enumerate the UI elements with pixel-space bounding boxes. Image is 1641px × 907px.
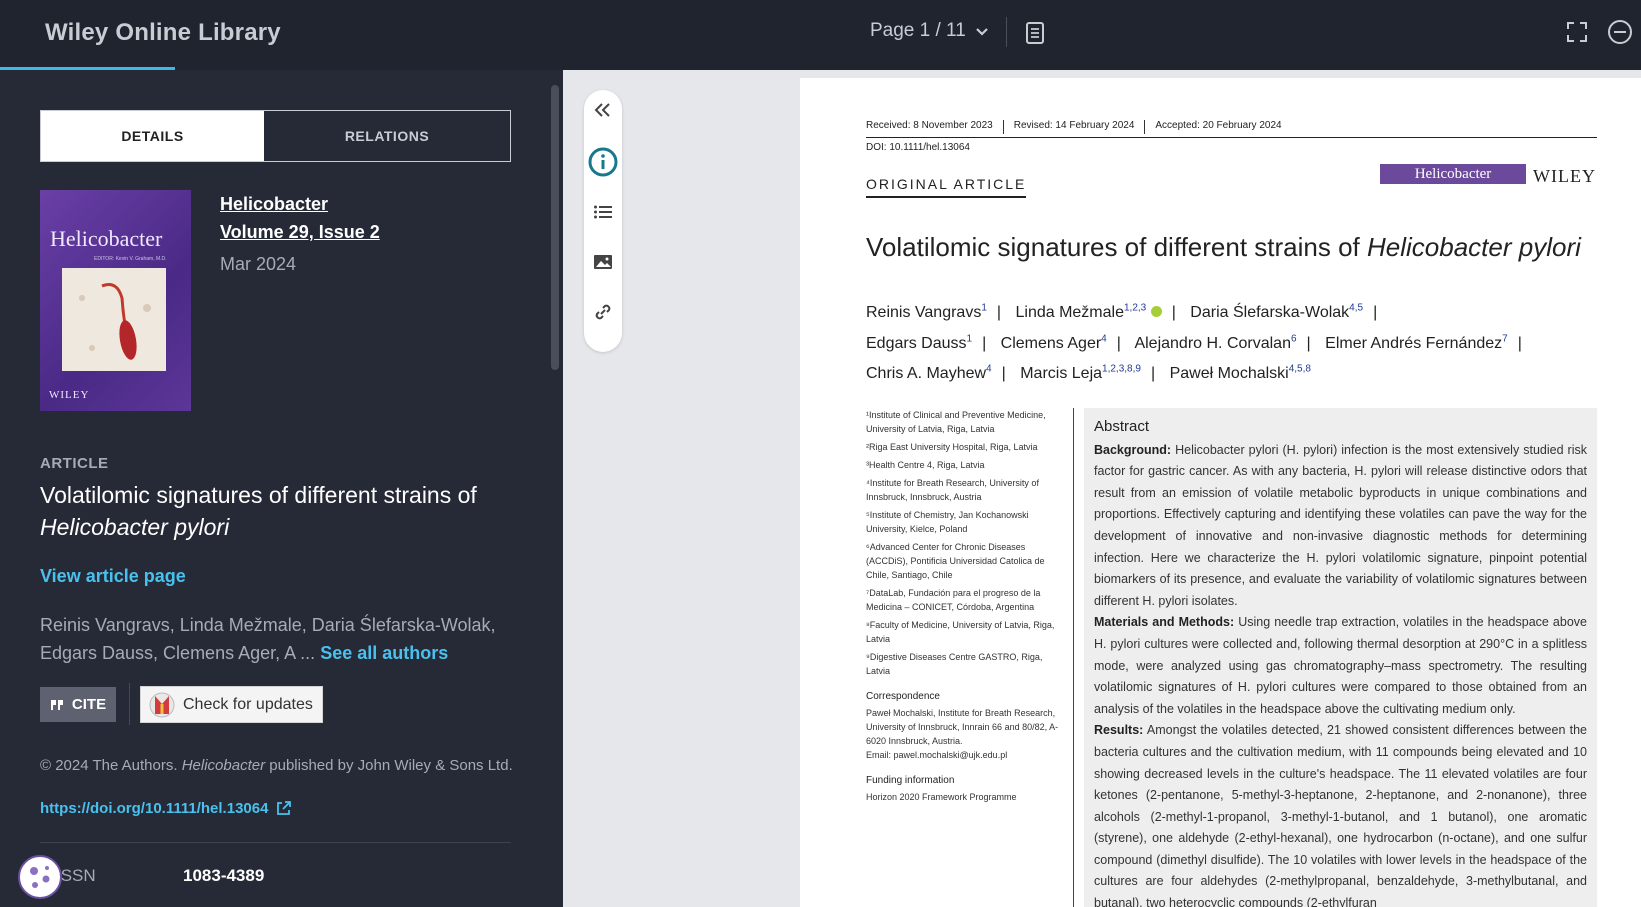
author[interactable]: Elmer Andrés Fernández7 (1325, 333, 1508, 351)
affiliation: ⁴Institute for Breath Research, Universi… (866, 478, 1039, 502)
affiliation: ⁸Faculty of Medicine, University of Latv… (866, 620, 1055, 644)
viewer-toolbar (584, 90, 622, 352)
cookie-settings-button[interactable] (18, 855, 62, 899)
affiliation: ⁵Institute of Chemistry, Jan Kochanowski… (866, 510, 1029, 534)
paper-title-text: Volatilomic signatures of different stra… (866, 232, 1360, 262)
see-all-authors-link[interactable]: See all authors (320, 643, 448, 663)
crossmark-icon (149, 692, 175, 717)
check-updates-label: Check for updates (183, 695, 313, 713)
cover-title: Helicobacter (50, 226, 163, 251)
check-for-updates-button[interactable]: Check for updates (140, 686, 323, 723)
article-title-line2: Helicobacter pylori (40, 514, 230, 540)
author[interactable]: Clemens Ager4 (1001, 333, 1107, 351)
link-icon[interactable] (593, 302, 613, 322)
author[interactable]: Linda Mežmale1,2,3 (1015, 303, 1162, 321)
document-icon[interactable] (1025, 22, 1045, 44)
abstract-methods: Materials and Methods: Using needle trap… (1094, 615, 1587, 716)
copyright-notice: © 2024 The Authors. Helicobacter publish… (40, 754, 520, 777)
author[interactable]: Edgars Dauss1 (866, 333, 972, 351)
correspondence-heading: Correspondence (866, 691, 940, 702)
affiliation: ⁹Digestive Diseases Centre GASTRO, Riga,… (866, 652, 1043, 676)
cite-label: CITE (71, 696, 107, 713)
divider (1006, 17, 1007, 47)
doi-link[interactable]: https://doi.org/10.1111/hel.13064 (40, 800, 292, 817)
journal-cover[interactable]: Helicobacter EDITOR: Kevin V. Graham, M.… (40, 190, 191, 411)
cover-editor: EDITOR: Kevin V. Graham, M.D. (94, 256, 167, 262)
correspondence-email[interactable]: Email: pawel.mochalski@ujk.edu.pl (866, 748, 1066, 762)
paper-doi: DOI: 10.1111/hel.13064 (866, 142, 970, 153)
affiliation: ⁷DataLab, Fundación para el progreso de … (866, 588, 1041, 612)
copyright-text: © 2024 The Authors. (40, 757, 178, 774)
brand-logo[interactable]: Wiley Online Library (45, 19, 281, 47)
cookie-icon (30, 866, 50, 888)
journal-logo: Helicobacter (1380, 164, 1526, 184)
received-date: Received: 8 November 2023 (866, 120, 1004, 134)
funding-heading: Funding information (866, 775, 955, 786)
divider (40, 842, 511, 843)
author[interactable]: Chris A. Mayhew4 (866, 364, 992, 382)
tab-details[interactable]: DETAILS (41, 111, 264, 161)
view-article-link[interactable]: View article page (40, 566, 186, 587)
scrollbar-thumb[interactable] (551, 85, 559, 370)
page-indicator[interactable]: Page 1 / 11 (870, 20, 966, 42)
chevron-down-icon[interactable] (974, 24, 990, 40)
info-icon[interactable] (588, 147, 618, 177)
tab-relations[interactable]: RELATIONS (264, 111, 510, 161)
revised-date: Revised: 14 February 2024 (1014, 120, 1146, 134)
external-link-icon (277, 801, 292, 815)
paper-authors: Reinis Vangravs1 | Linda Mežmale1,2,3 | D… (866, 303, 1522, 382)
author[interactable]: Reinis Vangravs1 (866, 303, 987, 321)
affiliation: ⁶Advanced Center for Chronic Diseases (A… (866, 542, 1045, 580)
abstract-box: Abstract Background: Helicobacter pylori… (1084, 408, 1597, 907)
abstract-background: Background: Helicobacter pylori (H. pylo… (1094, 442, 1587, 608)
top-bar: Wiley Online Library Page 1 / 11 (0, 0, 1641, 71)
pdf-page: Received: 8 November 2023 Revised: 14 Fe… (800, 78, 1641, 907)
paper-title-species: Helicobacter pylori (1367, 232, 1581, 262)
accepted-date: Accepted: 20 February 2024 (1155, 120, 1282, 131)
doi-text: https://doi.org/10.1111/hel.13064 (40, 800, 269, 817)
divider (129, 683, 130, 725)
article-title: Volatilomic signatures of different stra… (40, 479, 520, 543)
article-title-line1: Volatilomic signatures of different stra… (40, 482, 477, 508)
abstract-results: Results: Amongst the volatiles detected,… (1094, 723, 1587, 907)
fullscreen-icon[interactable] (1567, 22, 1587, 42)
author[interactable]: Alejandro H. Corvalan6 (1134, 333, 1296, 351)
article-label: ARTICLE (40, 455, 109, 472)
publisher-logo: WILEY (1533, 166, 1596, 186)
affiliations: ¹Institute of Clinical and Preventive Me… (866, 408, 1066, 808)
issn-value: 1083-4389 (183, 866, 265, 885)
author[interactable]: Daria Ślefarska-Wolak4,5 (1190, 303, 1363, 321)
correspondence-text: Paweł Mochalski, Institute for Breath Re… (866, 708, 1059, 746)
dates-row: Received: 8 November 2023 Revised: 14 Fe… (866, 120, 1597, 138)
cover-publisher: WILEY (49, 389, 90, 401)
paper-title: Volatilomic signatures of different stra… (866, 232, 1581, 263)
affiliation: ²Riga East University Hospital, Riga, La… (866, 442, 1038, 452)
quote-icon (50, 699, 63, 710)
orcid-icon[interactable] (1150, 306, 1162, 318)
journal-name-link[interactable]: Helicobacter (220, 194, 328, 215)
abstract-heading: Abstract (1094, 418, 1150, 435)
collapse-panel-icon[interactable] (593, 100, 613, 120)
authors-ellipsis: ... (300, 643, 316, 663)
affiliation: ³Health Centre 4, Riga, Latvia (866, 460, 985, 470)
journal-volume-link[interactable]: Volume 29, Issue 2 (220, 222, 380, 243)
funding-text: Horizon 2020 Framework Programme (866, 792, 1017, 802)
affiliation: ¹Institute of Clinical and Preventive Me… (866, 410, 1046, 434)
contents-list-icon[interactable] (593, 202, 613, 222)
section-label: ORIGINAL ARTICLE (866, 176, 1027, 198)
cover-image (62, 268, 166, 371)
author[interactable]: Marcis Leja1,2,3,8,9 (1020, 364, 1141, 382)
copyright-publisher: published by John Wiley & Sons Ltd. (269, 757, 513, 774)
zoom-out-icon[interactable] (1607, 19, 1633, 45)
author[interactable]: Paweł Mochalski4,5,8 (1170, 364, 1311, 382)
figures-icon[interactable] (593, 252, 613, 272)
authors-list: Reinis Vangravs, Linda Mežmale, Daria Śl… (40, 611, 525, 667)
panel-tabs: DETAILS RELATIONS (40, 110, 511, 162)
journal-date: Mar 2024 (220, 254, 297, 274)
divider (1073, 408, 1074, 907)
cite-button[interactable]: CITE (40, 687, 116, 722)
copyright-journal: Helicobacter (181, 757, 266, 774)
